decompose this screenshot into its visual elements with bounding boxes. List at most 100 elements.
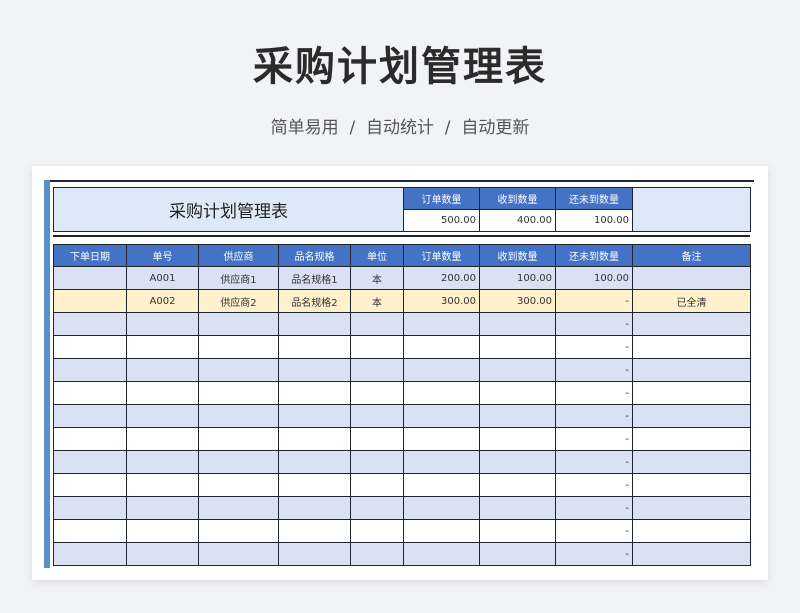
- cell-pending-qty[interactable]: -: [555, 381, 633, 405]
- cell-supplier[interactable]: [198, 312, 279, 336]
- cell-order-date[interactable]: [53, 542, 127, 566]
- cell-received-qty[interactable]: [479, 404, 556, 428]
- cell-order-no[interactable]: [126, 358, 199, 382]
- cell-order-date[interactable]: [53, 450, 127, 474]
- cell-pending-qty[interactable]: -: [555, 404, 633, 428]
- cell-order-date[interactable]: [53, 496, 127, 520]
- cell-received-qty[interactable]: [479, 381, 556, 405]
- cell-pending-qty[interactable]: -: [555, 496, 633, 520]
- cell-pending-qty[interactable]: -: [555, 335, 633, 359]
- cell-order-date[interactable]: [53, 473, 127, 497]
- summary-value-received[interactable]: 400.00: [479, 209, 556, 232]
- cell-order-date[interactable]: [53, 519, 127, 543]
- cell-order-no[interactable]: [126, 542, 199, 566]
- cell-received-qty[interactable]: [479, 450, 556, 474]
- cell-unit[interactable]: 本: [350, 266, 404, 290]
- cell-pending-qty[interactable]: -: [555, 289, 633, 313]
- cell-remark[interactable]: [632, 496, 751, 520]
- cell-received-qty[interactable]: [479, 427, 556, 451]
- cell-received-qty[interactable]: [479, 335, 556, 359]
- cell-ordered-qty[interactable]: 300.00: [403, 289, 480, 313]
- cell-supplier[interactable]: [198, 450, 279, 474]
- cell-order-date[interactable]: [53, 427, 127, 451]
- cell-supplier[interactable]: [198, 335, 279, 359]
- cell-item-spec[interactable]: [278, 496, 351, 520]
- cell-remark[interactable]: [632, 473, 751, 497]
- cell-item-spec[interactable]: [278, 381, 351, 405]
- cell-pending-qty[interactable]: -: [555, 358, 633, 382]
- cell-ordered-qty[interactable]: [403, 450, 480, 474]
- cell-ordered-qty[interactable]: [403, 542, 480, 566]
- cell-supplier[interactable]: [198, 404, 279, 428]
- cell-unit[interactable]: [350, 427, 404, 451]
- cell-order-no[interactable]: A002: [126, 289, 199, 313]
- cell-pending-qty[interactable]: -: [555, 450, 633, 474]
- cell-received-qty[interactable]: [479, 496, 556, 520]
- cell-supplier[interactable]: [198, 473, 279, 497]
- cell-order-no[interactable]: [126, 473, 199, 497]
- cell-remark[interactable]: [632, 335, 751, 359]
- cell-remark[interactable]: [632, 266, 751, 290]
- cell-ordered-qty[interactable]: [403, 404, 480, 428]
- cell-supplier[interactable]: 供应商2: [198, 289, 279, 313]
- cell-ordered-qty[interactable]: 200.00: [403, 266, 480, 290]
- cell-received-qty[interactable]: 300.00: [479, 289, 556, 313]
- cell-order-no[interactable]: [126, 450, 199, 474]
- cell-received-qty[interactable]: [479, 358, 556, 382]
- cell-remark[interactable]: [632, 358, 751, 382]
- cell-order-no[interactable]: [126, 335, 199, 359]
- cell-ordered-qty[interactable]: [403, 519, 480, 543]
- cell-remark[interactable]: [632, 312, 751, 336]
- cell-ordered-qty[interactable]: [403, 496, 480, 520]
- cell-item-spec[interactable]: 品名规格1: [278, 266, 351, 290]
- cell-item-spec[interactable]: [278, 404, 351, 428]
- cell-unit[interactable]: [350, 312, 404, 336]
- cell-order-date[interactable]: [53, 312, 127, 336]
- cell-ordered-qty[interactable]: [403, 358, 480, 382]
- cell-item-spec[interactable]: [278, 473, 351, 497]
- cell-received-qty[interactable]: 100.00: [479, 266, 556, 290]
- cell-item-spec[interactable]: [278, 335, 351, 359]
- cell-order-no[interactable]: [126, 496, 199, 520]
- cell-ordered-qty[interactable]: [403, 312, 480, 336]
- cell-order-no[interactable]: [126, 312, 199, 336]
- summary-value-pending[interactable]: 100.00: [555, 209, 633, 232]
- cell-unit[interactable]: [350, 450, 404, 474]
- cell-ordered-qty[interactable]: [403, 381, 480, 405]
- cell-unit[interactable]: [350, 473, 404, 497]
- summary-blank-cell[interactable]: [632, 187, 751, 232]
- cell-order-no[interactable]: [126, 381, 199, 405]
- cell-supplier[interactable]: 供应商1: [198, 266, 279, 290]
- cell-item-spec[interactable]: [278, 427, 351, 451]
- cell-order-date[interactable]: [53, 289, 127, 313]
- cell-order-no[interactable]: [126, 519, 199, 543]
- cell-remark[interactable]: 已全清: [632, 289, 751, 313]
- cell-order-date[interactable]: [53, 381, 127, 405]
- cell-unit[interactable]: [350, 381, 404, 405]
- cell-remark[interactable]: [632, 427, 751, 451]
- cell-order-no[interactable]: [126, 404, 199, 428]
- cell-pending-qty[interactable]: -: [555, 473, 633, 497]
- cell-pending-qty[interactable]: -: [555, 542, 633, 566]
- cell-received-qty[interactable]: [479, 473, 556, 497]
- cell-supplier[interactable]: [198, 381, 279, 405]
- cell-item-spec[interactable]: 品名规格2: [278, 289, 351, 313]
- cell-order-date[interactable]: [53, 404, 127, 428]
- cell-unit[interactable]: [350, 404, 404, 428]
- cell-item-spec[interactable]: [278, 312, 351, 336]
- cell-supplier[interactable]: [198, 427, 279, 451]
- cell-item-spec[interactable]: [278, 358, 351, 382]
- cell-item-spec[interactable]: [278, 450, 351, 474]
- cell-pending-qty[interactable]: -: [555, 312, 633, 336]
- cell-unit[interactable]: [350, 542, 404, 566]
- cell-item-spec[interactable]: [278, 542, 351, 566]
- cell-order-date[interactable]: [53, 358, 127, 382]
- cell-order-no[interactable]: [126, 427, 199, 451]
- cell-remark[interactable]: [632, 519, 751, 543]
- cell-remark[interactable]: [632, 450, 751, 474]
- cell-unit[interactable]: 本: [350, 289, 404, 313]
- cell-ordered-qty[interactable]: [403, 473, 480, 497]
- cell-order-date[interactable]: [53, 266, 127, 290]
- cell-supplier[interactable]: [198, 542, 279, 566]
- summary-value-ordered[interactable]: 500.00: [403, 209, 480, 232]
